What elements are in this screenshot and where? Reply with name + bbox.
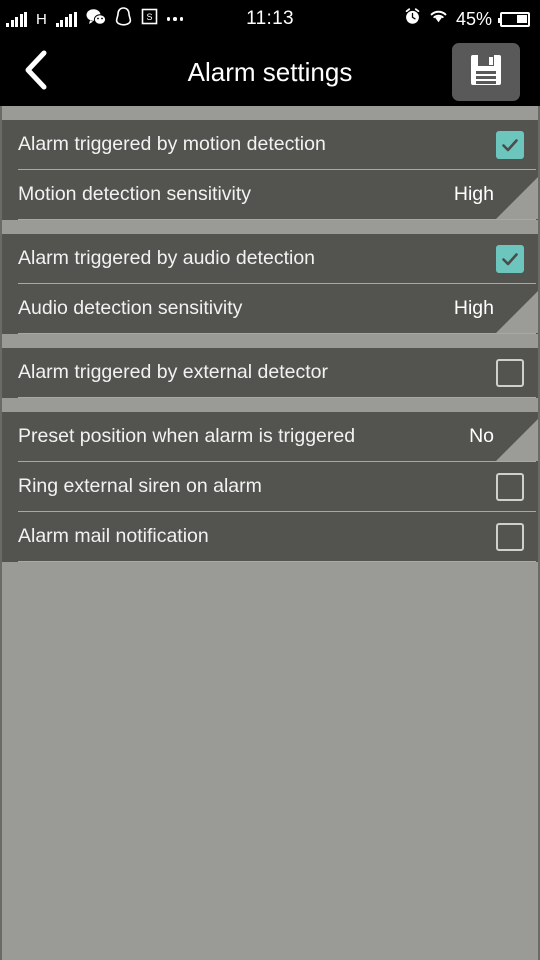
phone-screen: H S 11:13 45% Alarm settings Alarm trigg… [0, 0, 540, 960]
row-label: Alarm triggered by audio detection [18, 247, 316, 269]
wechat-icon [86, 8, 106, 31]
battery-icon [498, 11, 530, 27]
settings-list: Alarm triggered by motion detection Moti… [0, 106, 540, 960]
more-dots-icon [166, 17, 184, 21]
settings-group-motion: Alarm triggered by motion detection Moti… [2, 120, 538, 220]
status-bar: H S 11:13 45% [0, 0, 540, 38]
row-alarm-external-detector[interactable]: Alarm triggered by external detector [2, 348, 538, 397]
battery-percent-label: 45% [455, 8, 492, 29]
row-label: Ring external siren on alarm [18, 475, 262, 497]
screenshot-icon: S [141, 8, 158, 30]
group-spacer [2, 334, 538, 348]
row-label: Alarm mail notification [18, 525, 209, 547]
checkbox-alarm-mail-notification[interactable] [496, 522, 524, 551]
signal-bars-icon-2 [55, 11, 77, 27]
row-ring-external-siren[interactable]: Ring external siren on alarm [2, 462, 538, 511]
save-floppy-icon [467, 51, 505, 94]
checkbox-audio-detection[interactable] [496, 244, 524, 273]
signal-bars-icon [6, 11, 27, 27]
settings-group-audio: Alarm triggered by audio detection Audio… [2, 234, 538, 334]
row-alarm-audio-detection[interactable]: Alarm triggered by audio detection [2, 234, 538, 283]
row-label: Audio detection sensitivity [18, 297, 243, 319]
title-bar: Alarm settings [0, 38, 540, 106]
status-bar-clock: 11:13 [246, 8, 294, 29]
check-icon [502, 138, 518, 151]
settings-group-actions: Preset position when alarm is triggered … [2, 412, 538, 562]
row-alarm-motion-detection[interactable]: Alarm triggered by motion detection [2, 120, 538, 169]
row-alarm-mail-notification[interactable]: Alarm mail notification [2, 512, 538, 561]
row-label: Alarm triggered by external detector [18, 361, 328, 383]
row-value: High [453, 297, 494, 319]
wifi-icon [429, 9, 448, 29]
status-bar-right: 45% [404, 8, 530, 30]
svg-text:S: S [146, 12, 152, 22]
row-value: No [469, 425, 494, 447]
group-spacer [2, 398, 538, 412]
row-preset-position[interactable]: Preset position when alarm is triggered … [2, 412, 538, 461]
save-button[interactable] [452, 43, 520, 101]
checkbox-ring-external-siren[interactable] [496, 472, 524, 501]
settings-group-external: Alarm triggered by external detector [2, 348, 538, 398]
row-label: Motion detection sensitivity [18, 183, 252, 205]
status-bar-left: H S [6, 7, 184, 31]
row-label: Alarm triggered by motion detection [18, 133, 326, 155]
group-spacer [2, 106, 538, 120]
network-type-label: H [36, 10, 47, 28]
check-icon [502, 252, 518, 265]
back-chevron-icon [22, 49, 52, 96]
checkbox-motion-detection[interactable] [496, 130, 524, 159]
group-spacer [2, 220, 538, 234]
row-label: Preset position when alarm is triggered [18, 425, 356, 447]
checkbox-external-detector[interactable] [496, 358, 524, 387]
row-audio-sensitivity[interactable]: Audio detection sensitivity High [2, 284, 538, 333]
qq-icon [115, 7, 132, 31]
row-motion-sensitivity[interactable]: Motion detection sensitivity High [2, 170, 538, 219]
alarm-clock-icon [404, 8, 421, 30]
row-value: High [453, 183, 494, 205]
row-divider [18, 561, 536, 562]
back-button[interactable] [0, 38, 74, 106]
